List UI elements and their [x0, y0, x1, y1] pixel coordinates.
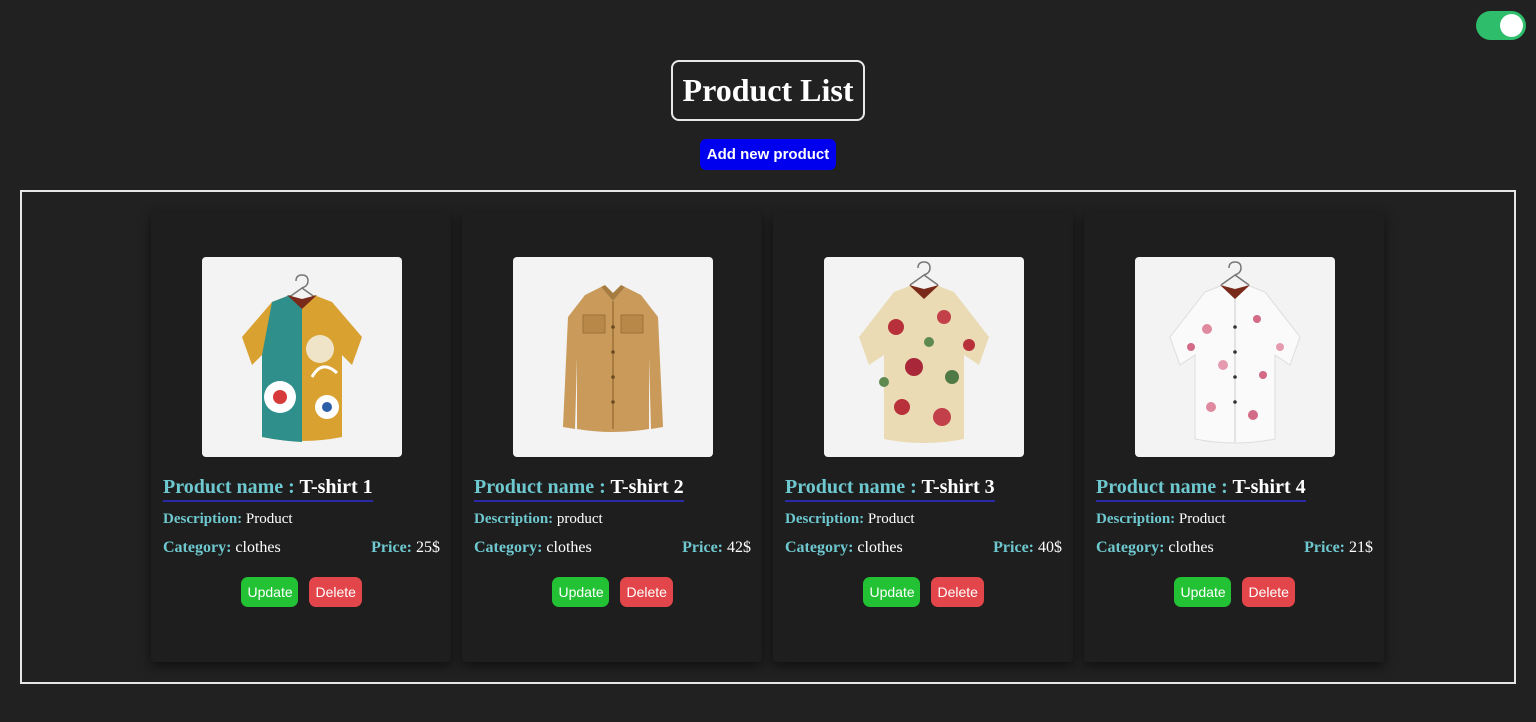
product-card: Product name : T-shirt 2 Description: pr… — [462, 212, 762, 662]
product-price: Price: 21$ — [1304, 539, 1373, 556]
product-name: Product name : T-shirt 3 — [785, 476, 995, 502]
product-description: Description: Product — [1096, 511, 1226, 527]
product-price: Price: 25$ — [371, 539, 440, 556]
floral-print-shirt-icon — [1169, 261, 1301, 444]
product-name: Product name : T-shirt 2 — [474, 476, 684, 502]
delete-button[interactable]: Delete — [308, 577, 362, 607]
update-button[interactable]: Update — [551, 577, 609, 607]
toggle-knob — [1500, 14, 1523, 37]
floral-print-shirt-icon — [242, 274, 362, 442]
card-actions: Update Delete — [773, 577, 1073, 607]
product-description: Description: Product — [163, 511, 293, 527]
floral-print-shirt-icon — [859, 261, 989, 443]
product-price: Price: 40$ — [993, 539, 1062, 556]
product-description: Description: Product — [785, 511, 915, 527]
product-price: Price: 42$ — [682, 539, 751, 556]
tan-button-shirt-icon — [563, 285, 663, 432]
delete-button[interactable]: Delete — [1241, 577, 1295, 607]
product-category: Category: clothes — [785, 539, 903, 556]
product-image — [1135, 257, 1335, 457]
update-button[interactable]: Update — [1173, 577, 1231, 607]
update-button[interactable]: Update — [862, 577, 920, 607]
product-image — [202, 257, 402, 457]
product-name: Product name : T-shirt 1 — [163, 476, 373, 502]
update-button[interactable]: Update — [240, 577, 298, 607]
theme-toggle[interactable] — [1476, 11, 1526, 40]
product-name: Product name : T-shirt 4 — [1096, 476, 1306, 502]
product-category: Category: clothes — [163, 539, 281, 556]
add-new-product-button[interactable]: Add new product — [700, 139, 836, 170]
delete-button[interactable]: Delete — [619, 577, 673, 607]
card-actions: Update Delete — [151, 577, 451, 607]
product-card: Product name : T-shirt 1 Description: Pr… — [151, 212, 451, 662]
card-actions: Update Delete — [1084, 577, 1384, 607]
product-card: Product name : T-shirt 3 Description: Pr… — [773, 212, 1073, 662]
product-category: Category: clothes — [1096, 539, 1214, 556]
product-card: Product name : T-shirt 4 Description: Pr… — [1084, 212, 1384, 662]
product-image — [513, 257, 713, 457]
card-actions: Update Delete — [462, 577, 762, 607]
page-title: Product List — [671, 60, 865, 121]
product-category: Category: clothes — [474, 539, 592, 556]
delete-button[interactable]: Delete — [930, 577, 984, 607]
product-description: Description: product — [474, 511, 603, 527]
product-image — [824, 257, 1024, 457]
